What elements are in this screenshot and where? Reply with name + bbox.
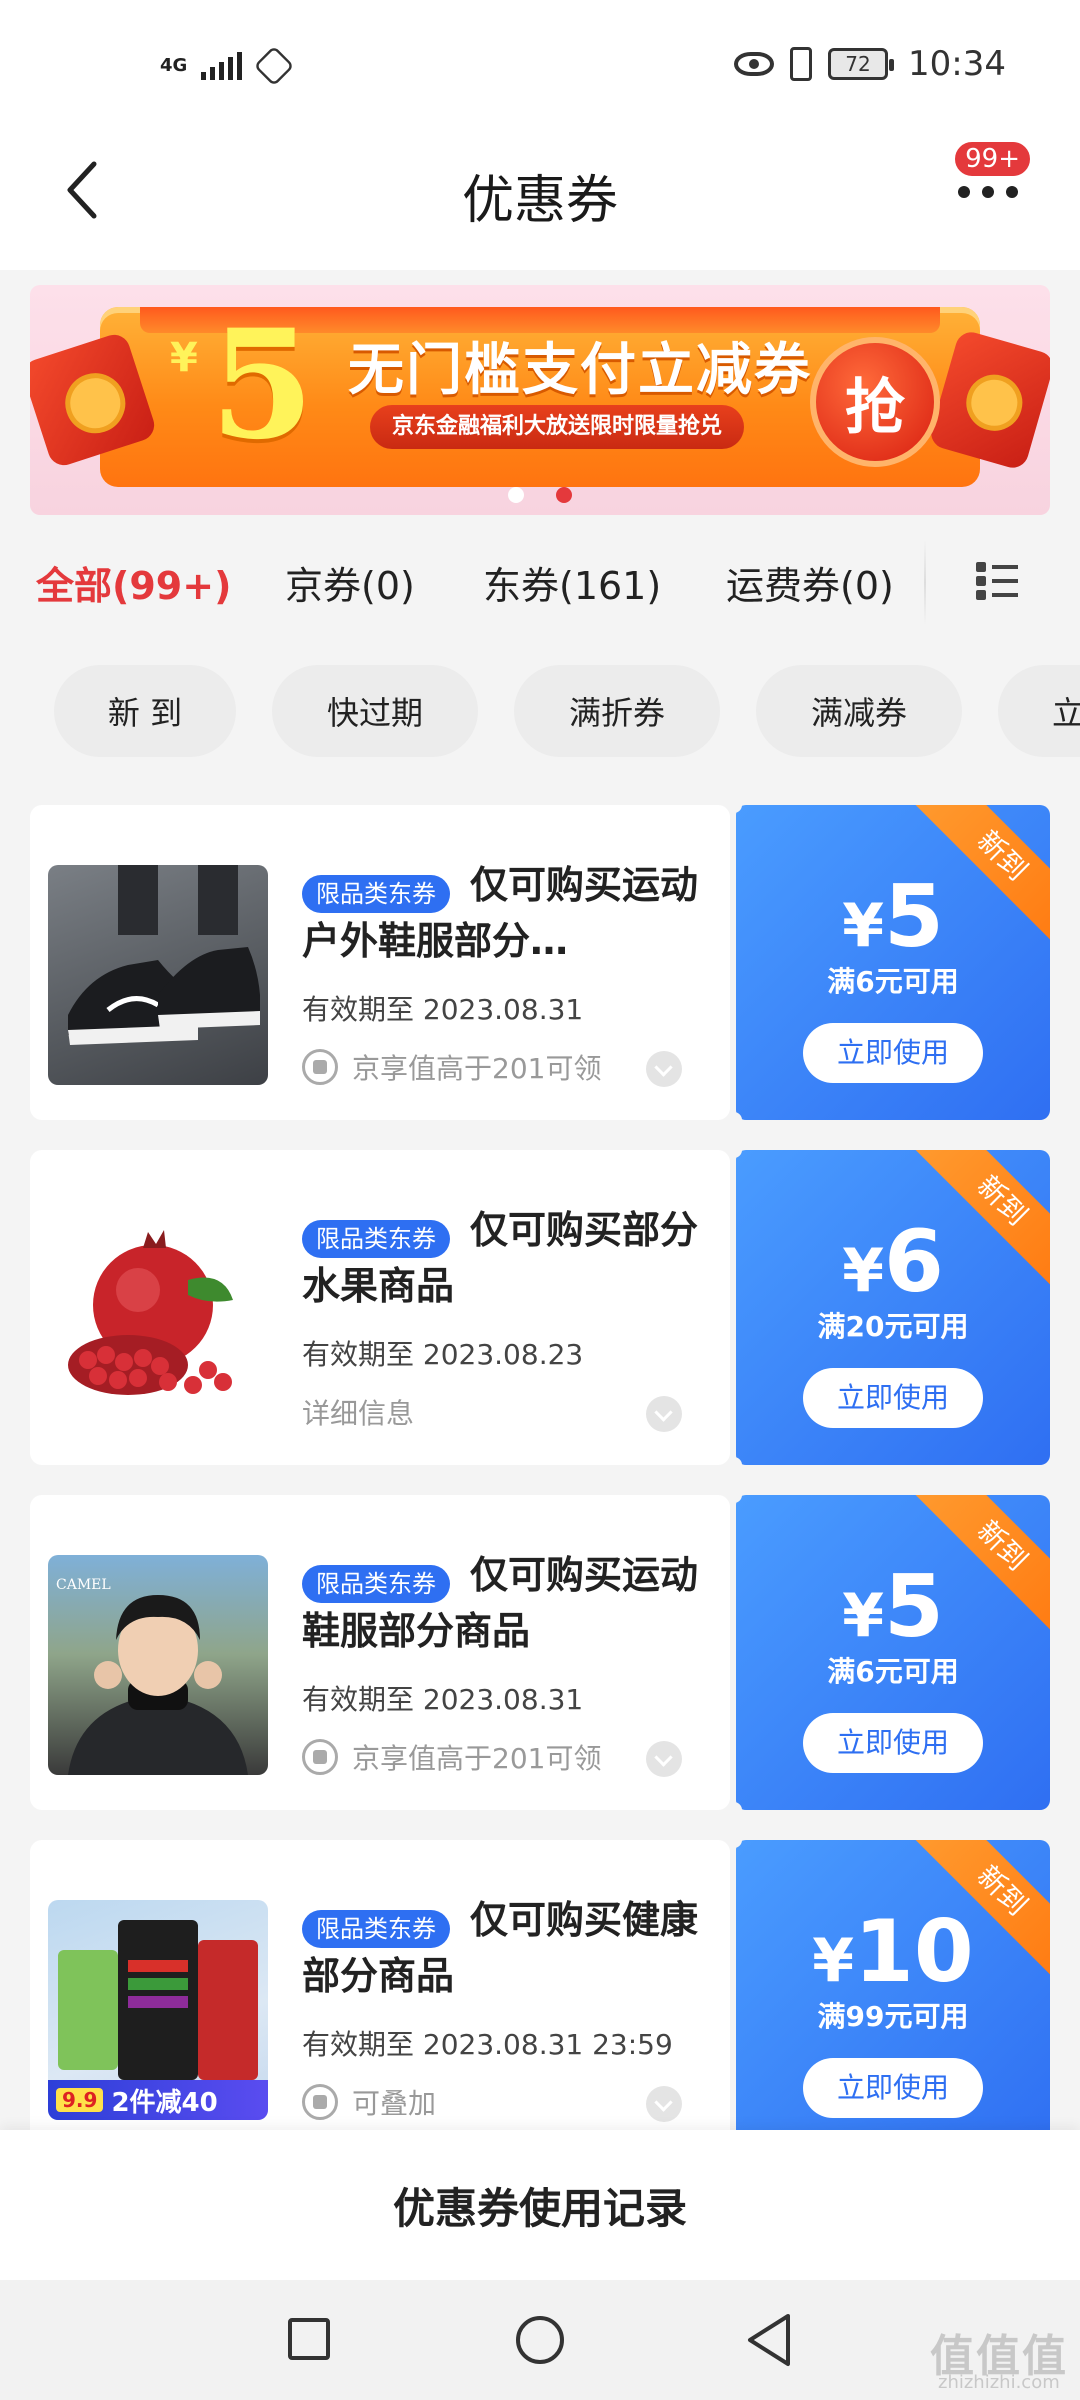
coupon-value-panel: 新到 ¥5 满6元可用 立即使用	[736, 1495, 1050, 1810]
membership-icon	[302, 1049, 338, 1085]
coupon-price: ¥6	[842, 1212, 944, 1312]
coupon-history-button[interactable]: 优惠券使用记录	[0, 2130, 1080, 2280]
coupon-price: ¥5	[842, 1557, 944, 1657]
tab-dong-coupon[interactable]: 东券(161)	[483, 555, 661, 610]
page-title: 优惠券	[461, 171, 618, 231]
status-left: 4G	[160, 45, 295, 87]
coupon-validity: 有效期至 2023.08.31	[302, 1683, 584, 1716]
coupon-note: 京享值高于201可领	[302, 1047, 601, 1087]
coupon-condition: 满20元可用	[817, 1310, 969, 1343]
sneaker-image	[48, 865, 268, 1085]
coupon-condition: 满99元可用	[817, 2000, 969, 2033]
coupon-tag: 限品类东券	[302, 1219, 450, 1258]
network-type: 4G	[160, 55, 188, 76]
category-list-icon[interactable]	[976, 562, 1018, 600]
coupon-note: 可叠加	[302, 2082, 436, 2122]
filter-more[interactable]: 立	[998, 665, 1080, 757]
promo-text: 2件减40	[111, 2087, 218, 2118]
use-now-button[interactable]: 立即使用	[803, 1023, 983, 1083]
coupon-value-panel: 新到 ¥5 满6元可用 立即使用	[736, 805, 1050, 1120]
banner-dot	[508, 487, 524, 503]
battery-icon: 72	[828, 48, 895, 80]
filter-new[interactable]: 新 到	[54, 665, 236, 757]
status-bar: 4G 72 10:34	[0, 0, 1080, 120]
clock: 10:34	[908, 44, 1006, 84]
coupon-tag: 限品类东券	[302, 1909, 450, 1948]
tab-all[interactable]: 全部(99+)	[36, 555, 231, 610]
pomegranate-image	[48, 1210, 268, 1430]
coupon-note-text: 可叠加	[352, 2087, 437, 2120]
promo-strip: 9.9 2件减40	[48, 2080, 268, 2120]
coupon-price: ¥5	[842, 867, 944, 967]
filter-reduction[interactable]: 满减券	[756, 665, 962, 757]
coupon-validity: 有效期至 2023.08.31	[302, 993, 584, 1026]
chevron-down-icon[interactable]	[646, 1051, 682, 1087]
brand-label: CAMEL	[56, 1577, 111, 1593]
top-nav: 优惠券 99+	[0, 120, 1080, 270]
banner-subtitle: 京东金融福利大放送限时限量抢兑	[370, 405, 745, 449]
chevron-down-icon[interactable]	[646, 1741, 682, 1777]
coupon-card[interactable]: CAMEL 限品类东券 仅可购买运动鞋服部分商品 有效期至 2023.08.31 …	[30, 1487, 1050, 1818]
promo-banner[interactable]: ¥ 5 无门槛支付立减券 京东金融福利大放送限时限量抢兑 抢	[30, 285, 1050, 515]
system-nav-bar	[0, 2280, 1080, 2400]
coupon-price: ¥10	[812, 1902, 974, 2002]
coupon-type-tabs: 全部(99+) 京券(0) 东券(161) 运费券(0)	[0, 540, 1080, 625]
vibrate-icon	[790, 47, 813, 81]
home-icon[interactable]	[516, 2316, 564, 2364]
recent-apps-icon[interactable]	[288, 2318, 330, 2360]
coupon-note-text: 详细信息	[302, 1397, 415, 1430]
filter-chips: 新 到 快过期 满折券 满减券 立	[0, 665, 1080, 757]
banner-currency: ¥	[170, 335, 198, 381]
coupon-value-panel: 新到 ¥10 满99元可用 立即使用	[736, 1840, 1050, 2135]
coupon-card[interactable]: 限品类东券 仅可购买部分水果商品 有效期至 2023.08.23 详细信息 新到 …	[30, 1142, 1050, 1473]
filter-discount[interactable]: 满折券	[514, 665, 720, 757]
banner-dot-active	[556, 487, 572, 503]
watermark-url: zhizhizhi.com	[938, 2372, 1060, 2393]
coupon-note: 京享值高于201可领	[302, 1737, 601, 1777]
coupon-page: 4G 72 10:34 优惠券 99+ ¥ 5 无门槛支付立减券 京东金融福利大…	[0, 0, 1080, 2400]
gesture-icon	[253, 45, 295, 87]
coupon-note: 详细信息	[302, 1392, 414, 1432]
banner-amount: 5	[210, 297, 315, 473]
coupon-card[interactable]: 9.9 2件减40 限品类东券 仅可购买健康部分商品 有效期至 2023.08.3…	[30, 1832, 1050, 2135]
coupon-condition: 满6元可用	[827, 965, 959, 998]
coupon-condition: 满6元可用	[827, 1655, 959, 1688]
use-now-button[interactable]: 立即使用	[803, 1368, 983, 1428]
use-now-button[interactable]: 立即使用	[803, 1713, 983, 1773]
coupon-card[interactable]: 限品类东券 仅可购买运动户外鞋服部分… 有效期至 2023.08.31 京享值高于…	[30, 797, 1050, 1128]
chevron-down-icon[interactable]	[646, 1396, 682, 1432]
coupon-note-text: 京享值高于201可领	[352, 1742, 602, 1775]
coupon-note-text: 京享值高于201可领	[352, 1052, 602, 1085]
coupon-validity: 有效期至 2023.08.23	[302, 1338, 584, 1371]
banner-title: 无门槛支付立减券	[348, 338, 812, 403]
back-triangle-icon[interactable]	[744, 2312, 794, 2368]
coupon-value-panel: 新到 ¥6 满20元可用 立即使用	[736, 1150, 1050, 1465]
status-right: 72 10:34	[734, 44, 1006, 84]
grab-button[interactable]: 抢	[810, 337, 940, 467]
coupon-validity: 有效期至 2023.08.31 23:59	[302, 2028, 673, 2061]
membership-icon	[302, 1739, 338, 1775]
banner-pagination	[30, 487, 1050, 503]
coupon-tag: 限品类东券	[302, 1564, 450, 1603]
tab-jd-coupon[interactable]: 京券(0)	[285, 555, 415, 610]
promo-price: 9.9	[56, 2088, 104, 2112]
use-now-button[interactable]: 立即使用	[803, 2058, 983, 2118]
message-badge: 99+	[953, 140, 1032, 178]
battery-level: 72	[845, 52, 871, 76]
stackable-icon	[302, 2084, 338, 2120]
health-product-image: 9.9 2件减40	[48, 1900, 268, 2120]
more-menu-icon[interactable]	[958, 182, 1018, 202]
filter-expiring[interactable]: 快过期	[272, 665, 478, 757]
signal-icon	[201, 52, 243, 80]
eye-comfort-icon	[734, 52, 775, 76]
coupon-list: 限品类东券 仅可购买运动户外鞋服部分… 有效期至 2023.08.31 京享值高于…	[0, 775, 1080, 2135]
chevron-down-icon[interactable]	[646, 2086, 682, 2122]
camel-jacket-image: CAMEL	[48, 1555, 268, 1775]
coupon-tag: 限品类东券	[302, 874, 450, 913]
tab-shipping-coupon[interactable]: 运费券(0)	[726, 555, 894, 610]
